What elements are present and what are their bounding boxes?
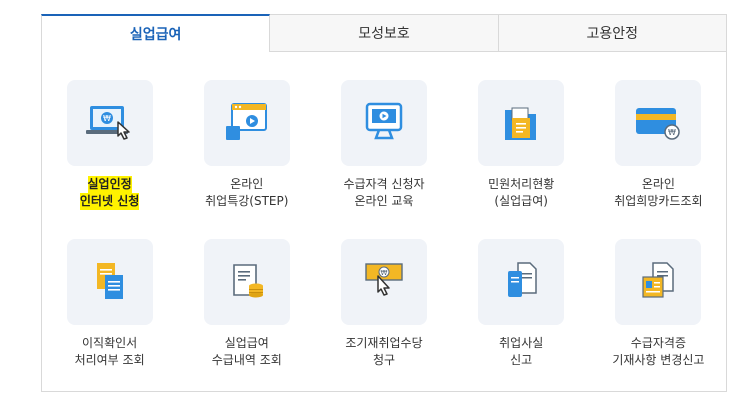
service-label: 민원처리현황 (실업급여)	[488, 177, 555, 208]
card-won-icon: ₩	[636, 108, 681, 140]
service-item-early-reemployment[interactable]: ₩ 조기재취업수당 청구	[315, 211, 452, 370]
service-label: 수급자격 신청자 온라인 교육	[343, 177, 425, 208]
folder-document-icon	[505, 107, 537, 140]
tab-unemployment-benefit[interactable]: 실업급여	[41, 14, 271, 52]
laptop-click-icon: ₩	[85, 106, 130, 140]
service-tile[interactable]: ₩	[615, 80, 702, 166]
tab-employment-stability[interactable]: 고용안정	[498, 14, 727, 52]
service-item-separation-confirm[interactable]: 이직확인서 처리여부 조회	[41, 211, 178, 370]
service-label: 온라인 취업특강(STEP)	[205, 177, 289, 208]
service-label: 수급자격증 기재사항 변경신고	[612, 336, 705, 367]
id-document-icon	[642, 262, 675, 298]
service-tile[interactable]: ₩	[66, 80, 153, 166]
monitor-play-icon	[365, 102, 403, 140]
service-label: 온라인 취업희망카드조회	[614, 177, 703, 208]
service-tile[interactable]	[615, 239, 702, 325]
service-item-benefit-history[interactable]: 실업급여 수급내역 조회	[178, 211, 315, 370]
svg-text:₩: ₩	[103, 114, 111, 123]
phone-document-icon	[508, 262, 537, 297]
service-tile[interactable]	[478, 239, 565, 325]
service-label: 이직확인서 처리여부 조회	[74, 336, 145, 367]
service-tile[interactable]: ₩	[340, 239, 427, 325]
service-label: 실업급여 수급내역 조회	[211, 336, 282, 367]
service-item-online-step[interactable]: 온라인 취업특강(STEP)	[178, 52, 315, 211]
service-label: 실업인정 인터넷 신청	[79, 176, 140, 210]
service-tile[interactable]	[478, 80, 565, 166]
service-item-unemployment-recognition[interactable]: ₩ 실업인정 인터넷 신청	[41, 52, 178, 211]
service-tile[interactable]	[203, 80, 290, 166]
service-item-eligibility-change[interactable]: 수급자격증 기재사항 변경신고	[590, 211, 727, 370]
service-item-employment-report[interactable]: 취업사실 신고	[453, 211, 590, 370]
service-grid: ₩ 실업인정 인터넷 신청 온라인 취업특강(STEP) 수급자격 신청자 온라…	[41, 52, 727, 370]
video-lecture-icon	[225, 103, 267, 140]
scroll-coins-icon	[232, 264, 263, 298]
service-item-complaint-status[interactable]: 민원처리현황 (실업급여)	[453, 52, 590, 211]
tab-bar: 실업급여 모성보호 고용안정	[41, 14, 727, 52]
service-item-online-education[interactable]: 수급자격 신청자 온라인 교육	[315, 52, 452, 211]
service-label: 조기재취업수당 청구	[345, 336, 423, 367]
hand-money-icon: ₩	[365, 263, 403, 296]
service-tile[interactable]	[66, 239, 153, 325]
tab-maternity-protection[interactable]: 모성보호	[270, 14, 499, 52]
service-item-job-card[interactable]: ₩ 온라인 취업희망카드조회	[590, 52, 727, 211]
service-label: 취업사실 신고	[499, 336, 544, 367]
service-tile[interactable]	[203, 239, 290, 325]
svg-text:₩: ₩	[668, 128, 676, 137]
documents-icon	[96, 263, 123, 299]
service-tile[interactable]	[340, 80, 427, 166]
svg-text:₩: ₩	[381, 269, 388, 277]
